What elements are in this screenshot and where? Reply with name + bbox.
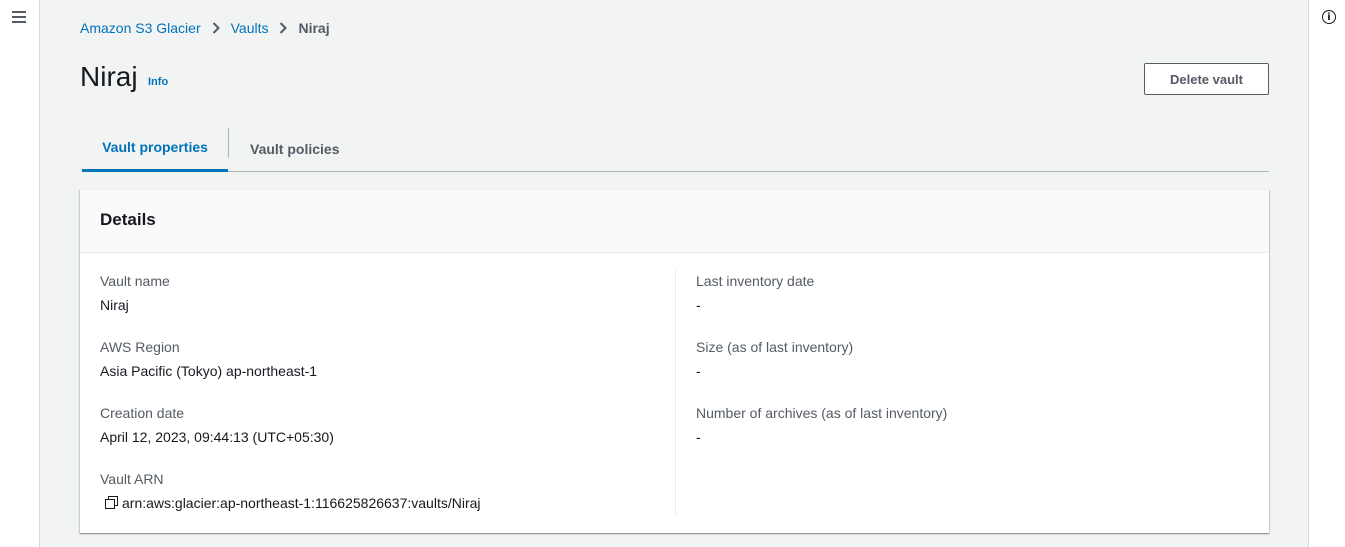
- field-value: Niraj: [100, 297, 129, 313]
- tools-rail: i: [1308, 0, 1345, 547]
- column-divider: [675, 270, 676, 515]
- chevron-right-icon: [212, 22, 220, 34]
- details-right-column: Last inventory date - Size (as of last i…: [696, 272, 1256, 470]
- chevron-right-icon: [279, 22, 288, 34]
- breadcrumb-current: Niraj: [298, 20, 330, 36]
- field-value: -: [696, 297, 701, 313]
- info-link[interactable]: Info: [148, 76, 168, 88]
- field-value: Asia Pacific (Tokyo) ap-northeast-1: [100, 363, 318, 379]
- vault-arn-text: arn:aws:glacier:ap-northeast-1:116625826…: [122, 495, 481, 511]
- details-title: Details: [80, 190, 1269, 253]
- field-size: Size (as of last inventory) -: [696, 338, 1256, 404]
- field-label: Size (as of last inventory): [696, 339, 854, 355]
- field-label: AWS Region: [100, 339, 180, 355]
- field-value: April 12, 2023, 09:44:13 (UTC+05:30): [100, 429, 334, 445]
- details-left-column: Vault name Niraj AWS Region Asia Pacific…: [100, 272, 675, 536]
- breadcrumb-link-glacier[interactable]: Amazon S3 Glacier: [80, 20, 201, 36]
- menu-icon[interactable]: [12, 11, 26, 23]
- details-panel: Details Vault name Niraj AWS Region Asia…: [80, 189, 1269, 533]
- tab-divider: [228, 128, 229, 158]
- copy-icon[interactable]: [105, 496, 119, 510]
- field-label: Number of archives (as of last inventory…: [696, 405, 948, 421]
- tab-vault-properties[interactable]: Vault properties: [82, 127, 228, 172]
- field-last-inventory-date: Last inventory date -: [696, 272, 1256, 338]
- tab-bar: Vault properties Vault policies: [82, 127, 1269, 172]
- field-label: Vault ARN: [100, 471, 164, 487]
- field-number-of-archives: Number of archives (as of last inventory…: [696, 404, 1256, 470]
- field-value: -: [696, 363, 701, 379]
- info-icon[interactable]: i: [1322, 10, 1336, 24]
- field-label: Last inventory date: [696, 273, 815, 289]
- field-value-arn: arn:aws:glacier:ap-northeast-1:116625826…: [100, 494, 675, 512]
- delete-vault-button[interactable]: Delete vault: [1144, 63, 1269, 95]
- navigation-rail: [0, 0, 40, 547]
- field-vault-name: Vault name Niraj: [100, 272, 675, 338]
- breadcrumb: Amazon S3 Glacier Vaults Niraj: [80, 20, 330, 36]
- field-aws-region: AWS Region Asia Pacific (Tokyo) ap-north…: [100, 338, 675, 404]
- breadcrumb-link-vaults[interactable]: Vaults: [231, 20, 269, 36]
- field-value: -: [696, 429, 701, 445]
- field-creation-date: Creation date April 12, 2023, 09:44:13 (…: [100, 404, 675, 470]
- field-vault-arn: Vault ARN arn:aws:glacier:ap-northeast-1…: [100, 470, 675, 536]
- field-label: Vault name: [100, 273, 170, 289]
- page-title: Niraj: [80, 61, 138, 92]
- tab-vault-policies[interactable]: Vault policies: [230, 127, 359, 171]
- field-label: Creation date: [100, 405, 185, 421]
